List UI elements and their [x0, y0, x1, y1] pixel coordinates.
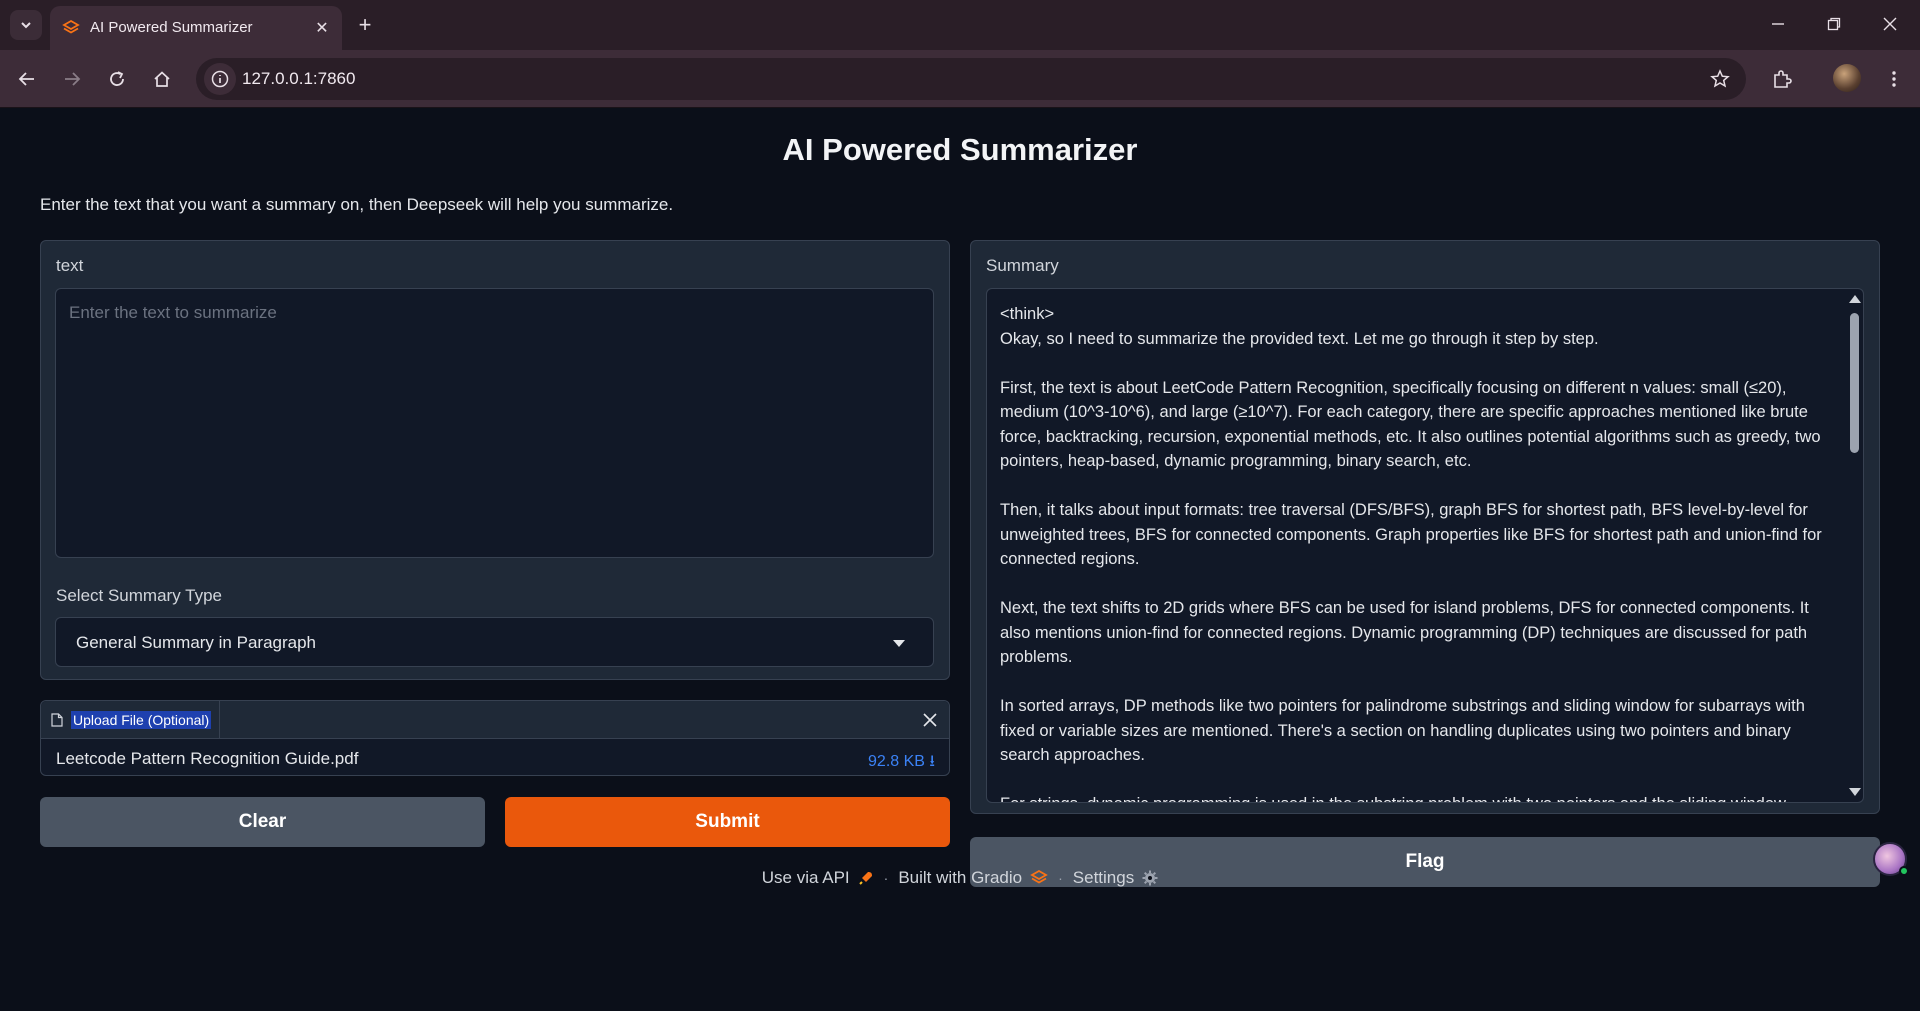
home-button[interactable]	[146, 63, 178, 95]
chevron-down-icon	[21, 22, 31, 29]
browser-toolbar: 127.0.0.1:7860	[0, 50, 1920, 108]
close-icon	[1883, 17, 1897, 31]
page-description: Enter the text that you want a summary o…	[40, 195, 674, 214]
tab-search-button[interactable]	[10, 10, 42, 40]
star-icon	[1710, 69, 1730, 88]
footer-separator: ·	[883, 870, 889, 886]
text-input[interactable]	[55, 288, 934, 558]
summary-type-label: Select Summary Type	[56, 586, 222, 605]
file-download-link[interactable]: 92.8 KB ⭳	[868, 750, 935, 777]
browser-tab[interactable]: AI Powered Summarizer ✕	[50, 6, 342, 50]
use-via-api-link[interactable]: Use via API	[762, 868, 874, 888]
rocket-icon	[858, 872, 872, 885]
restore-button[interactable]	[1806, 6, 1862, 42]
address-bar[interactable]: 127.0.0.1:7860	[196, 58, 1746, 100]
gradio-logo-icon	[1030, 870, 1048, 884]
settings-label: Settings	[1072, 868, 1135, 887]
browser-menu-button[interactable]	[1878, 63, 1910, 95]
close-icon	[923, 713, 937, 727]
scroll-thumb[interactable]	[1850, 313, 1859, 453]
forward-button[interactable]	[56, 63, 88, 95]
extensions-button[interactable]	[1766, 63, 1798, 95]
minimize-icon	[1772, 23, 1784, 25]
more-vertical-icon	[1892, 71, 1896, 87]
clear-file-button[interactable]	[919, 709, 941, 731]
summary-type-dropdown[interactable]: General Summary in Paragraph	[55, 617, 934, 667]
file-icon	[51, 713, 63, 727]
summary-type-value: General Summary in Paragraph	[76, 633, 317, 652]
built-with-gradio-link[interactable]: Built with Gradio	[898, 868, 1048, 888]
site-info-button[interactable]	[204, 63, 236, 95]
back-button[interactable]	[11, 63, 43, 95]
url-text: 127.0.0.1:7860	[242, 69, 356, 88]
file-upload-label: Upload File (Optional)	[71, 711, 212, 729]
home-icon	[154, 71, 170, 87]
browser-tab-bar: AI Powered Summarizer ✕ +	[0, 0, 1920, 50]
tab-title: AI Powered Summarizer	[90, 19, 253, 36]
built-with-gradio-label: Built with Gradio	[898, 868, 1023, 887]
settings-link[interactable]: Settings	[1073, 868, 1158, 888]
info-icon	[211, 70, 229, 88]
gradio-logo-icon	[62, 19, 80, 34]
summary-output[interactable]: <think> Okay, so I need to summarize the…	[986, 288, 1864, 803]
footer-separator: ·	[1058, 870, 1063, 886]
summary-text: <think> Okay, so I need to summarize the…	[1000, 305, 1822, 802]
clear-button[interactable]: Clear	[40, 797, 485, 847]
profile-avatar[interactable]	[1833, 64, 1861, 92]
file-upload-header: Upload File (Optional)	[41, 701, 949, 739]
summary-label: Summary	[986, 256, 1059, 275]
uploaded-file-name[interactable]: Leetcode Pattern Recognition Guide.pdf	[56, 749, 358, 769]
restore-icon	[1827, 17, 1841, 31]
puzzle-icon	[1774, 70, 1792, 88]
scroll-down-arrow-icon[interactable]	[1849, 788, 1861, 796]
submit-button[interactable]: Submit	[505, 797, 950, 847]
file-upload-label-wrap: Upload File (Optional)	[41, 701, 221, 739]
arrow-right-icon	[65, 72, 81, 86]
new-tab-button[interactable]: +	[350, 10, 380, 40]
file-upload[interactable]: Upload File (Optional) Leetcode Pattern …	[40, 700, 950, 776]
use-via-api-label: Use via API	[761, 868, 850, 887]
text-input-label: text	[56, 256, 84, 275]
page-title: AI Powered Summarizer	[782, 132, 1138, 167]
gear-icon	[1142, 870, 1158, 886]
tab-close-icon[interactable]: ✕	[310, 16, 334, 40]
scroll-up-arrow-icon[interactable]	[1849, 295, 1861, 303]
minimize-button[interactable]	[1750, 6, 1806, 42]
bookmark-button[interactable]	[1708, 67, 1732, 91]
reload-button[interactable]	[101, 63, 133, 95]
summary-scrollbar[interactable]	[1847, 293, 1861, 798]
footer: Use via API · Built with Gradio · Settin…	[0, 868, 1920, 888]
arrow-left-icon	[18, 72, 34, 86]
close-window-button[interactable]	[1862, 6, 1918, 42]
caret-down-icon	[893, 640, 905, 647]
reload-icon	[110, 71, 124, 86]
